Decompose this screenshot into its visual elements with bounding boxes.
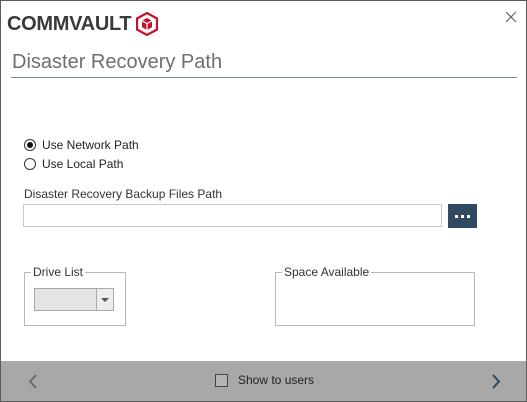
drive-list-group: Drive List [24,265,126,326]
page-title: Disaster Recovery Path [12,51,223,73]
drive-list-legend: Drive List [31,265,86,279]
browse-button[interactable] [448,204,477,228]
radio-use-network-path[interactable]: Use Network Path [24,137,139,153]
chevron-right-icon[interactable] [489,373,503,390]
show-to-users-toggle[interactable]: Show to users [215,373,314,387]
show-to-users-label: Show to users [238,373,315,387]
dialog-window: COMMVAULT Disaster Recovery Path Use Net… [0,0,527,402]
close-icon[interactable] [503,9,519,25]
commvault-logo: COMMVAULT [7,11,159,37]
chevron-left-icon[interactable] [26,373,40,390]
footer-bar: Show to users [1,361,526,401]
brand-name: COMMVAULT [7,12,132,35]
space-available-legend: Space Available [282,265,372,279]
commvault-cube-icon [136,12,159,36]
drive-list-dropdown[interactable] [34,288,114,311]
ellipsis-icon [455,214,470,218]
radio-label: Use Network Path [42,138,139,152]
radio-button[interactable] [24,158,36,170]
show-to-users-checkbox[interactable] [215,373,228,387]
radio-button-selected[interactable] [24,139,36,151]
backup-path-label: Disaster Recovery Backup Files Path [24,187,223,201]
chevron-down-icon[interactable] [96,289,113,310]
title-divider [11,77,517,78]
radio-use-local-path[interactable]: Use Local Path [24,156,123,172]
radio-label: Use Local Path [42,157,124,171]
space-available-group: Space Available [275,265,475,326]
backup-path-input[interactable] [23,204,442,227]
